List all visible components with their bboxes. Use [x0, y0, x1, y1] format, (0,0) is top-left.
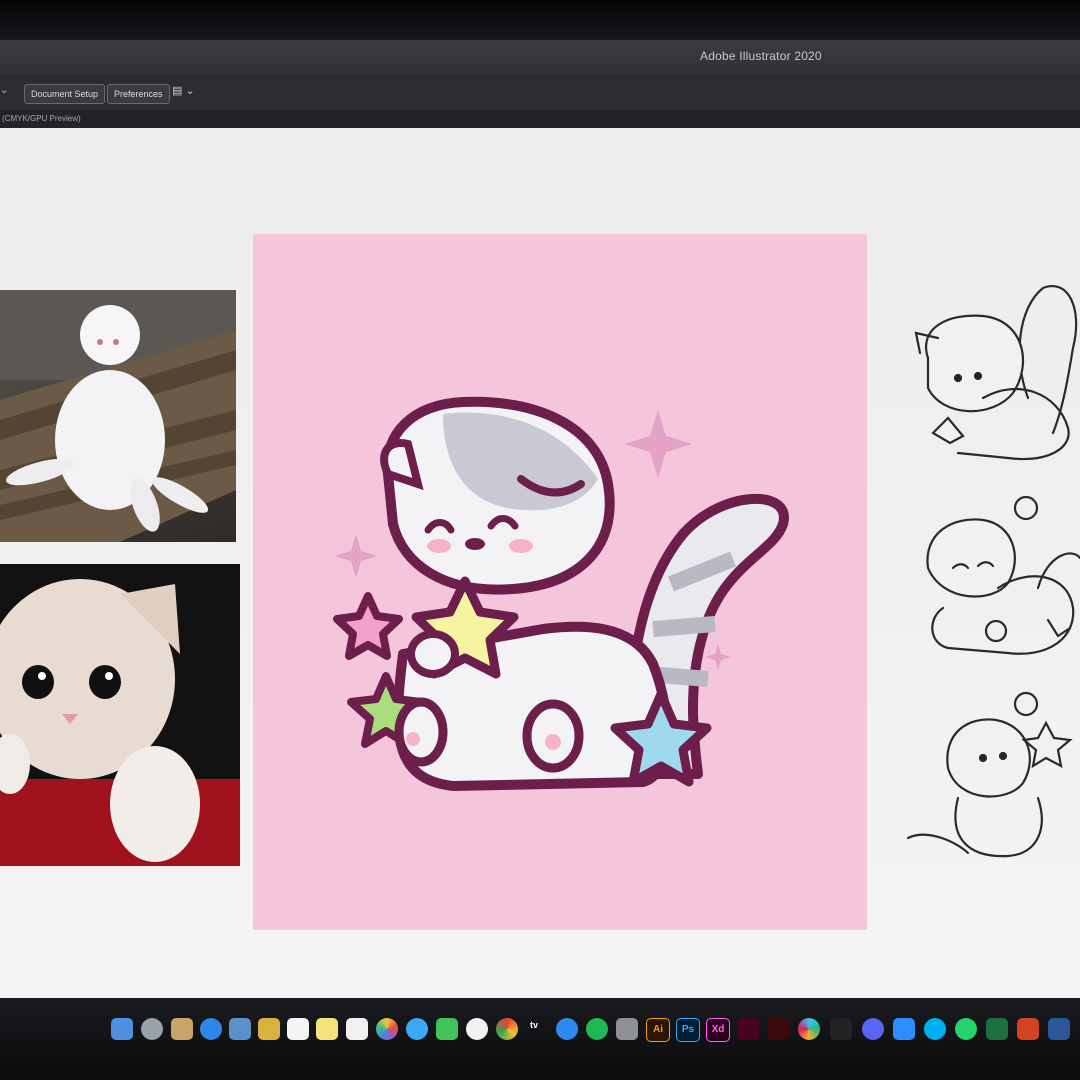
- safari-icon[interactable]: [200, 1018, 222, 1040]
- xd-icon[interactable]: Xd: [706, 1018, 730, 1042]
- tv-icon[interactable]: tv: [530, 1020, 538, 1030]
- document-tab-bar: (CMYK/GPU Preview): [0, 110, 1080, 128]
- reference-photo-kitten[interactable]: [0, 564, 240, 866]
- reminders-icon[interactable]: [346, 1018, 368, 1040]
- kitten-image: [0, 564, 240, 866]
- app-icon-2[interactable]: [830, 1018, 852, 1040]
- sketch-references[interactable]: [888, 268, 1080, 888]
- sketch-cat-2: [926, 495, 1080, 655]
- launchpad-icon[interactable]: [141, 1018, 163, 1040]
- sketch-cat-1: [914, 285, 1078, 461]
- reference-photo-sitting-cat[interactable]: [0, 290, 236, 542]
- canvas-area[interactable]: [0, 128, 1080, 998]
- illustrator-label: Ai: [653, 1024, 663, 1035]
- star-pink-icon: [333, 592, 403, 660]
- indesign-icon[interactable]: [737, 1018, 759, 1040]
- word-icon[interactable]: [1048, 1018, 1070, 1040]
- preview-icon[interactable]: [229, 1018, 251, 1040]
- cat-sketches: [906, 285, 1080, 858]
- messages-icon[interactable]: [406, 1018, 428, 1040]
- preferences-button[interactable]: Preferences: [107, 84, 170, 104]
- chevron-down-icon[interactable]: ⌄: [0, 85, 8, 96]
- notes-icon[interactable]: [258, 1018, 280, 1040]
- monitor-bezel: [0, 0, 1080, 40]
- arrange-documents-icon[interactable]: ▤ ⌄: [172, 84, 195, 97]
- artboard[interactable]: [253, 234, 867, 930]
- system-preferences-icon[interactable]: [616, 1018, 638, 1040]
- sparkle-icon: [334, 534, 378, 578]
- app-icon[interactable]: [171, 1018, 193, 1040]
- stickies-icon[interactable]: [316, 1018, 338, 1040]
- photoshop-label: Ps: [681, 1024, 695, 1035]
- photoshop-icon[interactable]: Ps: [676, 1018, 700, 1042]
- sketch-cat-3: [906, 691, 1073, 858]
- xd-label: Xd: [711, 1024, 725, 1035]
- chrome-icon[interactable]: [496, 1018, 518, 1040]
- music-icon[interactable]: [466, 1018, 488, 1040]
- dock: tv Ai Ps Xd: [0, 998, 1080, 1080]
- appstore-icon[interactable]: [556, 1018, 578, 1040]
- spotify-icon[interactable]: [586, 1018, 608, 1040]
- app-titlebar: Adobe Illustrator 2020: [0, 40, 1080, 74]
- zoom-icon[interactable]: [893, 1018, 915, 1040]
- app-title: Adobe Illustrator 2020: [700, 49, 822, 63]
- document-setup-button[interactable]: Document Setup: [24, 84, 106, 104]
- excel-icon[interactable]: [986, 1018, 1008, 1040]
- slack-icon[interactable]: [798, 1018, 820, 1040]
- document-tab[interactable]: (CMYK/GPU Preview): [0, 114, 81, 123]
- control-bar: ⌄ Document Setup Preferences ▤ ⌄: [0, 74, 1080, 111]
- skype-icon[interactable]: [924, 1018, 946, 1040]
- cat-foot: [394, 697, 448, 767]
- sparkle-icon: [624, 410, 692, 478]
- calendar-icon[interactable]: [287, 1018, 309, 1040]
- whatsapp-icon[interactable]: [955, 1018, 977, 1040]
- acrobat-icon[interactable]: [767, 1018, 789, 1040]
- illustrator-icon[interactable]: Ai: [646, 1018, 670, 1042]
- sitting-cat-image: [0, 290, 236, 542]
- facetime-icon[interactable]: [436, 1018, 458, 1040]
- discord-icon[interactable]: [862, 1018, 884, 1040]
- cat-paw: [407, 630, 459, 678]
- photos-icon[interactable]: [376, 1018, 398, 1040]
- cat-illustration[interactable]: [253, 234, 867, 930]
- finder-icon[interactable]: [111, 1018, 133, 1040]
- powerpoint-icon[interactable]: [1017, 1018, 1039, 1040]
- sparkle-icon: [705, 644, 731, 670]
